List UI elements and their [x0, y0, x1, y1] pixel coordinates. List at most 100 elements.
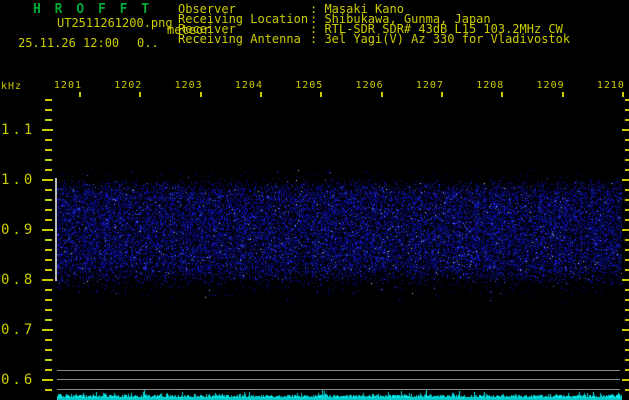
freq-major-tick-right: [622, 129, 629, 131]
info-label: Receiving Antenna: [178, 34, 310, 44]
freq-minor-tick-left: [45, 389, 52, 391]
freq-minor-tick-left: [45, 149, 52, 151]
reference-line-middle: [57, 379, 620, 380]
freq-minor-tick-right: [625, 189, 629, 191]
freq-minor-tick-left: [45, 299, 52, 301]
freq-major-tick-right: [622, 329, 629, 331]
freq-minor-tick-right: [625, 259, 629, 261]
info-value: 3el Yagi(V) Az 330 for Vladivostok: [324, 32, 570, 46]
freq-minor-tick-left: [45, 289, 52, 291]
time-tick-label: 1209: [535, 80, 565, 91]
time-tick-label: 1210: [595, 80, 625, 91]
freq-minor-tick-right: [625, 309, 629, 311]
time-tick: [200, 92, 202, 97]
freq-tick-label: 0.8: [1, 272, 39, 288]
freq-minor-tick-left: [45, 199, 52, 201]
freq-minor-tick-left: [45, 339, 52, 341]
freq-minor-tick-left: [45, 249, 52, 251]
freq-minor-tick-right: [625, 249, 629, 251]
freq-major-tick-left: [42, 379, 53, 381]
observer-info-block: Observer: Masaki Kano Receiving Location:…: [178, 4, 570, 44]
freq-minor-tick-right: [625, 289, 629, 291]
freq-minor-tick-right: [625, 319, 629, 321]
echo-count: 0..: [137, 36, 159, 50]
time-tick: [139, 92, 141, 97]
freq-major-tick-left: [42, 129, 53, 131]
time-tick: [622, 92, 624, 97]
freq-minor-tick-left: [45, 169, 52, 171]
freq-minor-tick-left: [45, 99, 52, 101]
freq-minor-tick-right: [625, 239, 629, 241]
time-tick: [381, 92, 383, 97]
freq-tick-label: 0.6: [1, 372, 39, 388]
time-tick: [562, 92, 564, 97]
freq-minor-tick-right: [625, 149, 629, 151]
freq-major-tick-right: [622, 179, 629, 181]
time-tick-label: 1201: [52, 80, 82, 91]
freq-major-tick-right: [622, 229, 629, 231]
khz-axis-unit: kHz: [1, 81, 22, 92]
freq-minor-tick-left: [45, 139, 52, 141]
capture-filename: UT2511261200.png: [57, 16, 173, 30]
time-tick-label: 1206: [354, 80, 384, 91]
time-tick: [441, 92, 443, 97]
freq-minor-tick-right: [625, 119, 629, 121]
time-tick-label: 1203: [173, 80, 203, 91]
info-colon: :: [310, 32, 324, 46]
freq-major-tick-left: [42, 179, 53, 181]
freq-minor-tick-left: [45, 219, 52, 221]
time-tick-label: 1205: [293, 80, 323, 91]
freq-minor-tick-right: [625, 169, 629, 171]
freq-minor-tick-left: [45, 369, 52, 371]
time-tick-label: 1208: [474, 80, 504, 91]
freq-minor-tick-left: [45, 159, 52, 161]
freq-minor-tick-left: [45, 119, 52, 121]
freq-major-tick-right: [622, 279, 629, 281]
freq-minor-tick-right: [625, 219, 629, 221]
spectrogram-noise: [57, 168, 622, 303]
time-tick-label: 1207: [414, 80, 444, 91]
time-tick-label: 1204: [233, 80, 263, 91]
info-row: Receiving Antenna: 3el Yagi(V) Az 330 fo…: [178, 34, 570, 44]
observation-datetime: 25.11.26 12:00: [18, 36, 119, 50]
time-tick: [260, 92, 262, 97]
freq-minor-tick-left: [45, 269, 52, 271]
hrofft-screen: H R O F F T UT2511261200.png meteor 25.1…: [0, 0, 629, 400]
freq-minor-tick-left: [45, 109, 52, 111]
freq-minor-tick-right: [625, 339, 629, 341]
freq-major-tick-left: [42, 279, 53, 281]
freq-minor-tick-right: [625, 269, 629, 271]
freq-minor-tick-right: [625, 209, 629, 211]
app-title: H R O F F T: [33, 2, 152, 17]
freq-major-tick-right: [622, 379, 629, 381]
signal-level-trace: [57, 386, 622, 400]
reference-line-upper: [57, 370, 620, 371]
band-left-marker: [55, 178, 57, 281]
freq-minor-tick-left: [45, 319, 52, 321]
time-tick: [501, 92, 503, 97]
freq-minor-tick-left: [45, 239, 52, 241]
freq-minor-tick-left: [45, 359, 52, 361]
time-tick: [79, 92, 81, 97]
freq-minor-tick-right: [625, 109, 629, 111]
freq-minor-tick-left: [45, 309, 52, 311]
freq-minor-tick-right: [625, 159, 629, 161]
freq-minor-tick-right: [625, 299, 629, 301]
freq-major-tick-left: [42, 229, 53, 231]
freq-minor-tick-right: [625, 139, 629, 141]
freq-minor-tick-right: [625, 349, 629, 351]
freq-minor-tick-left: [45, 349, 52, 351]
freq-tick-label: 1.0: [1, 172, 39, 188]
freq-minor-tick-left: [45, 259, 52, 261]
freq-minor-tick-right: [625, 359, 629, 361]
freq-minor-tick-right: [625, 369, 629, 371]
freq-minor-tick-left: [45, 209, 52, 211]
freq-major-tick-left: [42, 329, 53, 331]
freq-tick-label: 1.1: [1, 122, 39, 138]
time-tick-label: 1202: [112, 80, 142, 91]
freq-minor-tick-right: [625, 199, 629, 201]
freq-minor-tick-left: [45, 189, 52, 191]
freq-tick-label: 0.7: [1, 322, 39, 338]
freq-tick-label: 0.9: [1, 222, 39, 238]
freq-minor-tick-right: [625, 99, 629, 101]
